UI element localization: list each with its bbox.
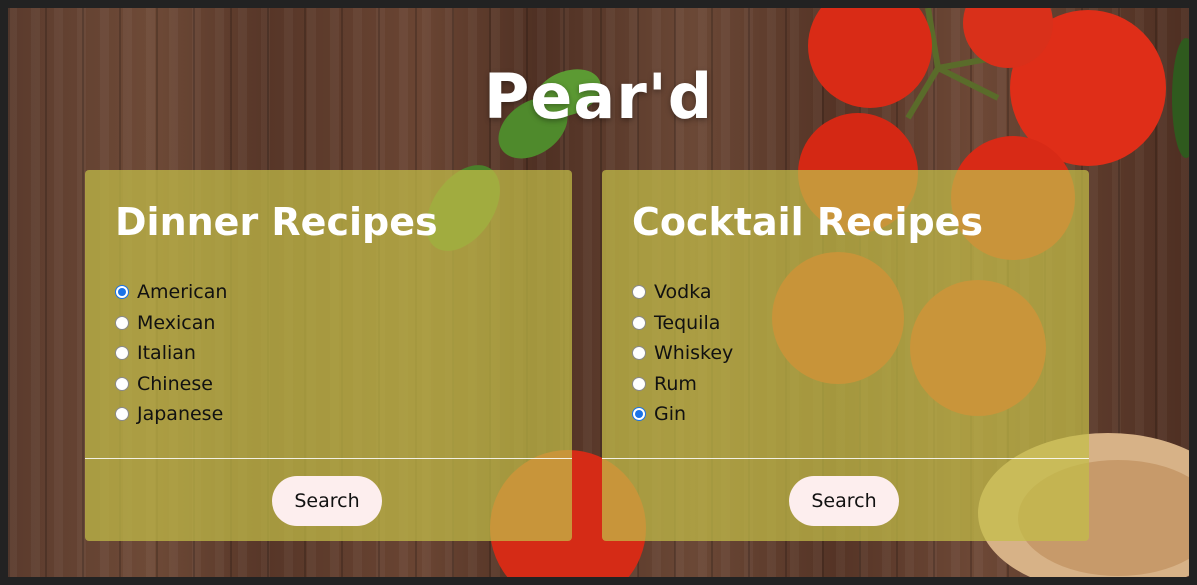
radio-button[interactable] (632, 376, 646, 391)
app-title: Pear'd (483, 60, 714, 133)
cocktail-recipes-card: Cocktail Recipes Vodka Tequila Whiskey Rum G… (602, 170, 1089, 541)
radio-button[interactable] (115, 315, 129, 330)
option-label: Chinese (137, 372, 213, 395)
radio-button[interactable] (115, 407, 129, 422)
radio-button[interactable] (115, 376, 129, 391)
radio-button[interactable] (632, 285, 646, 300)
dinner-option-italian[interactable]: Italian (115, 338, 227, 369)
option-label: Whiskey (654, 342, 734, 365)
cocktail-option-gin[interactable]: Gin (632, 399, 733, 430)
dinner-search-button[interactable]: Search (272, 476, 382, 526)
card-divider (85, 458, 572, 459)
option-label: Gin (654, 403, 687, 426)
option-label: Italian (137, 342, 196, 365)
cocktail-option-whiskey[interactable]: Whiskey (632, 338, 733, 369)
dinner-recipes-card: Dinner Recipes American Mexican Italian Chi… (85, 170, 572, 541)
option-label: Mexican (137, 311, 216, 334)
radio-button[interactable] (632, 315, 646, 330)
option-label: American (137, 281, 228, 304)
dinner-cuisine-options: American Mexican Italian Chinese Japanese (115, 277, 227, 430)
card-divider (602, 458, 1089, 459)
radio-button[interactable] (632, 346, 646, 361)
dinner-option-chinese[interactable]: Chinese (115, 369, 227, 400)
app-background: Pear'd Dinner Recipes American Mexican Ita… (8, 8, 1189, 577)
radio-button[interactable] (115, 285, 129, 300)
dinner-option-japanese[interactable]: Japanese (115, 399, 227, 430)
cocktail-option-tequila[interactable]: Tequila (632, 308, 733, 339)
dinner-option-american[interactable]: American (115, 277, 227, 308)
cocktail-option-vodka[interactable]: Vodka (632, 277, 733, 308)
cocktail-search-button[interactable]: Search (789, 476, 899, 526)
dinner-heading: Dinner Recipes (115, 200, 438, 244)
cocktail-spirit-options: Vodka Tequila Whiskey Rum Gin (632, 277, 733, 430)
option-label: Rum (654, 372, 697, 395)
cocktail-heading: Cocktail Recipes (632, 200, 984, 244)
option-label: Vodka (654, 281, 712, 304)
radio-button[interactable] (632, 407, 646, 422)
cocktail-option-rum[interactable]: Rum (632, 369, 733, 400)
option-label: Japanese (137, 403, 224, 426)
option-label: Tequila (654, 311, 721, 334)
radio-button[interactable] (115, 346, 129, 361)
dinner-option-mexican[interactable]: Mexican (115, 308, 227, 339)
